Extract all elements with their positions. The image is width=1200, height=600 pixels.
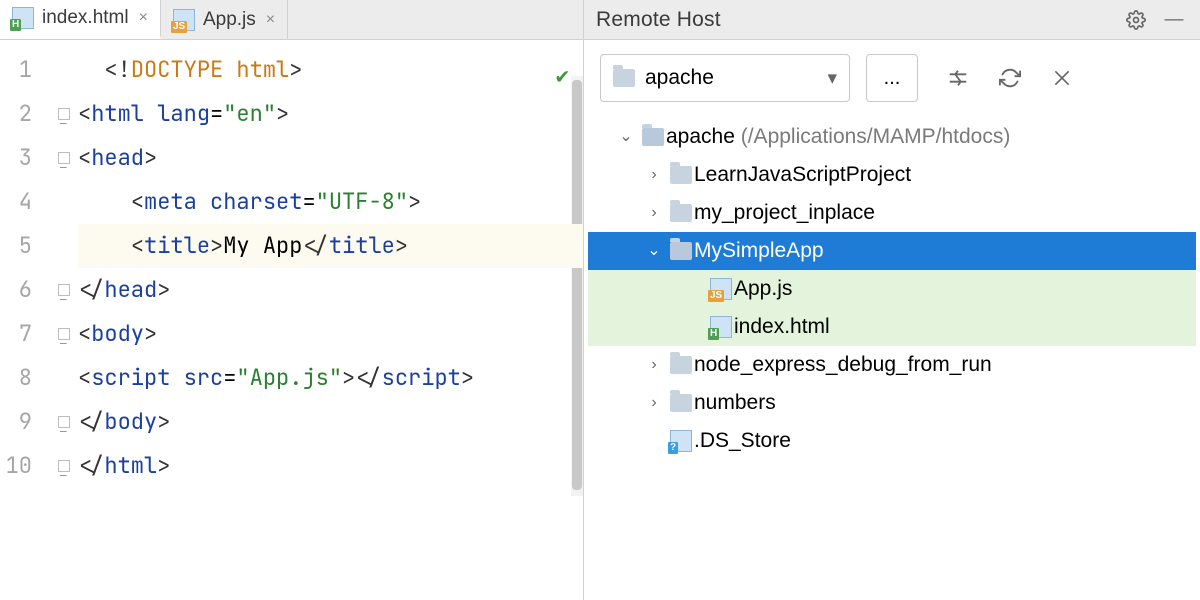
folder-open-icon: [670, 242, 692, 260]
tab-label: index.html: [42, 7, 129, 29]
js-file-icon: JS: [173, 9, 195, 31]
chevron-down-icon: ⌄: [612, 118, 640, 156]
folder-icon: [670, 394, 692, 412]
fold-toggle[interactable]: [58, 416, 70, 428]
remote-toolbar: apache ▾ ...: [584, 40, 1200, 112]
code-line: <head>: [78, 136, 583, 180]
tree-item-label: .DS_Store: [694, 422, 791, 460]
chevron-right-icon: ›: [640, 156, 668, 194]
tree-item-label: App.js: [734, 270, 792, 308]
tab-app-js[interactable]: JS App.js ×: [161, 0, 288, 39]
code-line: <body>: [78, 312, 583, 356]
tree-file[interactable]: JS App.js: [588, 270, 1196, 308]
fold-gutter: [50, 40, 78, 600]
refresh-icon[interactable]: [996, 64, 1024, 92]
code-line: </html>: [78, 444, 583, 488]
editor-pane: H index.html × JS App.js × ✔ 12345678910: [0, 0, 584, 600]
diff-icon[interactable]: [944, 64, 972, 92]
fold-toggle[interactable]: [58, 152, 70, 164]
tree-file[interactable]: H index.html: [588, 308, 1196, 346]
tree-folder-selected[interactable]: ⌄ MySimpleApp: [588, 232, 1196, 270]
chevron-right-icon: ›: [640, 384, 668, 422]
fold-toggle[interactable]: [58, 328, 70, 340]
remote-file-tree: ⌄ apache (/Applications/MAMP/htdocs) › L…: [584, 112, 1200, 466]
html-file-icon: H: [12, 7, 34, 29]
code-line-current: <title>My App</title>: [78, 224, 583, 268]
tree-item-label: index.html: [734, 308, 830, 346]
code-line: <script src="App.js"></script>: [78, 356, 583, 400]
fold-toggle[interactable]: [58, 108, 70, 120]
fold-toggle[interactable]: [58, 284, 70, 296]
editor-tab-bar: H index.html × JS App.js ×: [0, 0, 583, 40]
tree-item-label: numbers: [694, 384, 776, 422]
close-tab-icon[interactable]: ×: [137, 9, 150, 27]
browse-server-button[interactable]: ...: [866, 54, 918, 102]
tree-folder[interactable]: › node_express_debug_from_run: [588, 346, 1196, 384]
folder-open-icon: [642, 128, 664, 146]
tree-item-label: MySimpleApp: [694, 232, 824, 270]
chevron-down-icon: ▾: [827, 67, 837, 90]
code-line: <html lang="en">: [78, 92, 583, 136]
tree-root-label: apache: [666, 125, 741, 148]
close-tab-icon[interactable]: ×: [264, 11, 277, 29]
tree-item-label: my_project_inplace: [694, 194, 875, 232]
server-select-dropdown[interactable]: apache ▾: [600, 54, 850, 102]
code-line: <meta charset="UTF-8">: [78, 180, 583, 224]
tree-root[interactable]: ⌄ apache (/Applications/MAMP/htdocs): [588, 118, 1196, 156]
minimize-icon[interactable]: —: [1160, 6, 1188, 34]
chevron-right-icon: ›: [640, 346, 668, 384]
tree-folder[interactable]: › numbers: [588, 384, 1196, 422]
line-gutter: 12345678910: [0, 40, 50, 600]
folder-icon: [670, 166, 692, 184]
code-area[interactable]: <!DOCTYPE html> <html lang="en"> <head> …: [78, 40, 583, 600]
code-line: <!DOCTYPE html>: [78, 48, 583, 92]
tree-root-path: (/Applications/MAMP/htdocs): [741, 125, 1011, 148]
tree-folder[interactable]: › LearnJavaScriptProject: [588, 156, 1196, 194]
tree-file[interactable]: ? .DS_Store: [588, 422, 1196, 460]
html-file-icon: H: [710, 316, 732, 338]
gear-icon[interactable]: [1122, 6, 1150, 34]
fold-toggle[interactable]: [58, 460, 70, 472]
code-line: </body>: [78, 400, 583, 444]
tree-item-label: node_express_debug_from_run: [694, 346, 992, 384]
tree-item-label: LearnJavaScriptProject: [694, 156, 911, 194]
disconnect-icon[interactable]: [1048, 64, 1076, 92]
tab-label: App.js: [203, 9, 256, 31]
remote-host-header: Remote Host —: [584, 0, 1200, 40]
editor-body[interactable]: ✔ 12345678910 <!DOCTYPE html> <html lang…: [0, 40, 583, 600]
remote-host-pane: Remote Host — apache ▾ ... ⌄ ap: [584, 0, 1200, 600]
code-line: </head>: [78, 268, 583, 312]
unknown-file-icon: ?: [670, 430, 692, 452]
folder-icon: [670, 356, 692, 374]
folder-icon: [670, 204, 692, 222]
chevron-right-icon: ›: [640, 194, 668, 232]
tree-folder[interactable]: › my_project_inplace: [588, 194, 1196, 232]
server-select-label: apache: [645, 66, 817, 90]
remote-host-title: Remote Host: [596, 8, 1112, 32]
js-file-icon: JS: [710, 278, 732, 300]
tab-index-html[interactable]: H index.html ×: [0, 0, 161, 39]
chevron-down-icon: ⌄: [640, 232, 668, 270]
folder-icon: [613, 69, 635, 87]
